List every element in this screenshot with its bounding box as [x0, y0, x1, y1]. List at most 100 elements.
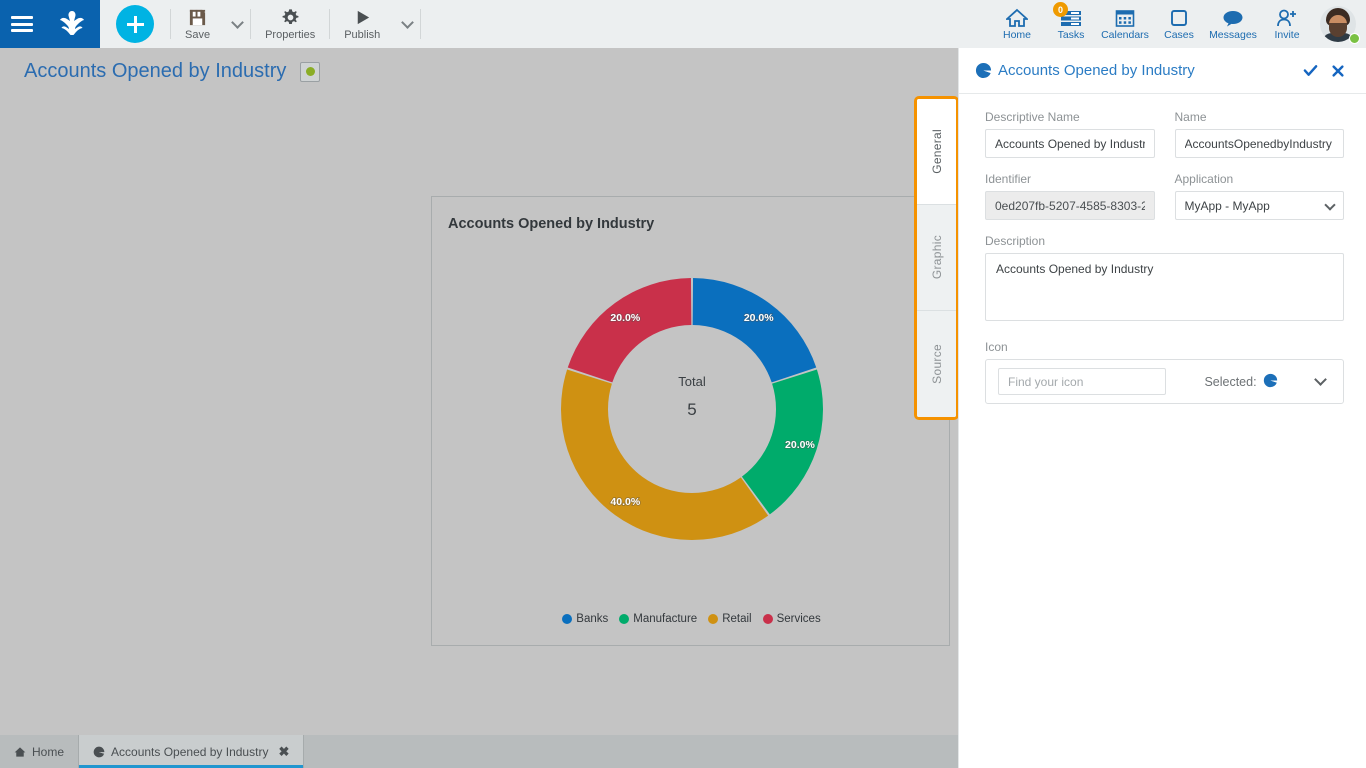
application-select-wrap: MyApp - MyApp — [1174, 191, 1344, 220]
donut-slice-banks[interactable] — [692, 278, 816, 383]
donut-slice-retail[interactable] — [560, 369, 768, 540]
donut-svg: 20.0% 20.0% 40.0% 20.0% Total 5 — [560, 278, 823, 540]
vtab-general[interactable]: General — [917, 99, 956, 205]
legend-label: Services — [776, 613, 821, 625]
panel-title: Accounts Opened by Industry — [998, 62, 1195, 79]
taskbar-tab-label: Home — [32, 744, 65, 759]
calendar-icon — [1115, 7, 1135, 28]
descriptive-name-label: Descriptive Name — [985, 110, 1080, 124]
legend-label: Manufacture — [633, 613, 698, 625]
chart-widget: All u Accounts Opened by Industry 20.0%2… — [431, 196, 950, 646]
vtab-label: Source — [929, 344, 944, 384]
legend-item-banks[interactable]: Banks — [562, 613, 608, 625]
toolbar-brand-area — [0, 0, 100, 48]
nav-home[interactable]: Home — [990, 0, 1044, 48]
icon-selected-display: Selected: — [1166, 373, 1316, 391]
nav-invite[interactable]: Invite — [1260, 0, 1314, 48]
nav-cases[interactable]: Cases — [1152, 0, 1206, 48]
legend-item-services[interactable]: Services — [762, 613, 821, 625]
play-triangle-icon — [353, 8, 372, 28]
bizagi-frog-logo[interactable] — [55, 9, 89, 39]
descriptive-name-input[interactable] — [985, 129, 1155, 158]
close-icon[interactable]: ✖ — [278, 744, 289, 760]
pie-chart-small-icon — [93, 746, 105, 758]
vtab-label: General — [929, 129, 944, 174]
legend-color-swatch — [562, 614, 573, 624]
publish-dropdown-button[interactable] — [394, 0, 420, 48]
application-select[interactable]: MyApp - MyApp — [1174, 191, 1344, 220]
legend-color-swatch — [619, 614, 630, 624]
legend-label: Retail — [722, 613, 752, 625]
status-badge[interactable] — [300, 61, 321, 82]
chart-legend: Banks Manufacture Retail Services — [432, 613, 951, 625]
legend-item-retail[interactable]: Retail — [708, 613, 752, 625]
legend-color-swatch — [762, 614, 773, 624]
descriptive-name-group: Descriptive Name — [985, 110, 1155, 158]
chart-title: Accounts Opened by Industry — [448, 216, 655, 232]
gear-icon — [281, 8, 300, 28]
home-small-icon — [14, 746, 26, 758]
properties-panel: Accounts Opened by Industry Descriptive … — [958, 48, 1366, 768]
publish-button[interactable]: Publish — [330, 0, 394, 48]
chevron-down-icon — [400, 15, 414, 29]
icon-selected-label: Selected: — [1204, 374, 1257, 389]
identifier-group: Identifier — [985, 172, 1155, 220]
properties-label: Properties — [265, 28, 316, 41]
avatar-status-dot — [1349, 33, 1360, 44]
add-new-button[interactable] — [116, 5, 154, 43]
taskbar-tab[interactable]: Home — [0, 735, 80, 768]
toolbar-divider-4 — [420, 9, 422, 39]
description-textarea[interactable] — [985, 253, 1344, 321]
donut-center-label: Total — [678, 374, 706, 389]
nav-tasks-label: Tasks — [1057, 29, 1085, 41]
nav-calendars-label: Calendars — [1101, 29, 1149, 41]
save-dropdown-button[interactable] — [224, 0, 250, 48]
hamburger-icon[interactable] — [11, 16, 33, 32]
name-input[interactable] — [1174, 129, 1344, 158]
nav-messages[interactable]: Messages — [1206, 0, 1260, 48]
properties-button[interactable]: Properties — [251, 0, 329, 48]
speech-bubble-icon — [1222, 7, 1244, 28]
donut-chart[interactable]: 20.0% 20.0% 40.0% 20.0% Total 5 — [432, 231, 951, 601]
legend-label: Banks — [576, 613, 609, 625]
vtab-source[interactable]: Source — [917, 311, 956, 417]
identifier-row: Identifier Application MyApp - MyApp — [985, 172, 1344, 220]
home-icon — [1006, 7, 1028, 28]
pie-chart-icon — [1263, 373, 1278, 391]
slice-percent-label: 20.0% — [610, 312, 640, 324]
name-row: Descriptive Name Name — [985, 110, 1344, 158]
taskbar-tab[interactable]: Accounts Opened by Industry ✖ — [79, 735, 305, 768]
panel-close-button[interactable] — [1324, 64, 1352, 78]
donut-slice-services[interactable] — [567, 278, 691, 383]
vtab-graphic[interactable]: Graphic — [917, 205, 956, 311]
name-label: Name — [1174, 110, 1207, 124]
chevron-down-icon[interactable] — [1314, 373, 1327, 386]
top-toolbar: Save Properties Publish Home 0 Tasks Cal… — [0, 0, 1366, 48]
taskbar-tab-label: Accounts Opened by Industry — [111, 744, 269, 759]
avatar[interactable] — [1314, 0, 1362, 48]
panel-header: Accounts Opened by Industry — [959, 48, 1366, 94]
legend-item-manufacture[interactable]: Manufacture — [619, 613, 697, 625]
icon-group: Icon Selected: — [985, 340, 1344, 404]
bottom-taskbar: Home Accounts Opened by Industry ✖ — [0, 735, 958, 768]
identifier-input — [985, 191, 1155, 220]
nav-tasks[interactable]: 0 Tasks — [1044, 0, 1098, 48]
icon-search-input[interactable] — [998, 368, 1166, 395]
application-label: Application — [1174, 172, 1234, 186]
nav-messages-label: Messages — [1209, 29, 1257, 41]
nav-cases-label: Cases — [1164, 29, 1194, 41]
donut-center-value: 5 — [687, 400, 696, 419]
save-button[interactable]: Save — [171, 0, 224, 48]
icon-label: Icon — [985, 340, 1008, 354]
cases-square-icon — [1169, 7, 1189, 28]
slice-percent-label: 20.0% — [743, 312, 773, 324]
slice-percent-label: 20.0% — [785, 439, 815, 451]
vtab-label: Graphic — [929, 235, 944, 280]
chevron-down-icon — [230, 15, 244, 29]
name-group: Name — [1174, 110, 1344, 158]
tasks-badge: 0 — [1053, 2, 1068, 17]
pie-chart-icon — [975, 62, 992, 79]
legend-color-swatch — [708, 614, 719, 624]
panel-confirm-button[interactable] — [1296, 63, 1324, 78]
nav-calendars[interactable]: Calendars — [1098, 0, 1152, 48]
